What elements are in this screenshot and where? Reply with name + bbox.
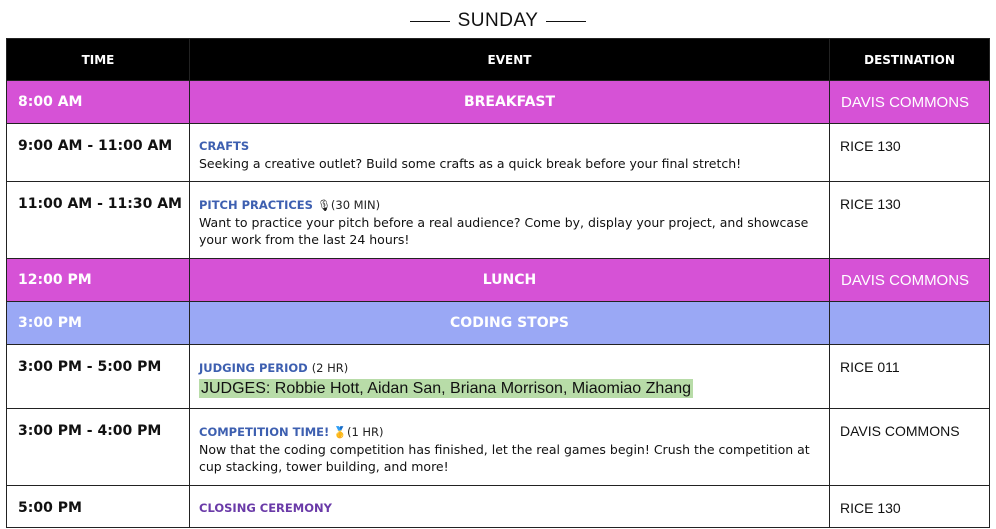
event-title: CRAFTS [199, 139, 250, 153]
row-event: LUNCH [189, 258, 830, 302]
table-row: 3:00 PM CODING STOPS [6, 301, 990, 345]
event-title: JUDGING PERIOD [199, 361, 308, 375]
event-title: PITCH PRACTICES [199, 198, 313, 212]
table-row: 3:00 PM - 5:00 PM JUDGING PERIOD (2 HR) … [6, 344, 990, 409]
row-destination: DAVIS COMMONS [829, 408, 990, 486]
table-row: 3:00 PM - 4:00 PM COMPETITION TIME! 🥇(1 … [6, 408, 990, 486]
table-row: 12:00 PM LUNCH DAVIS COMMONS [6, 258, 990, 302]
day-heading: SUNDAY [0, 8, 996, 34]
event-title: COMPETITION TIME! [199, 425, 330, 439]
row-time: 11:00 AM - 11:30 AM [6, 181, 190, 259]
row-time: 8:00 AM [6, 80, 190, 124]
row-event: CODING STOPS [189, 301, 830, 345]
row-time: 9:00 AM - 11:00 AM [6, 123, 190, 182]
table-row: 11:00 AM - 11:30 AM PITCH PRACTICES 🎙(30… [6, 181, 990, 259]
table-header-row: TIME EVENT DESTINATION [6, 38, 990, 81]
event-description: Want to practice your pitch before a rea… [199, 215, 809, 247]
heading-rule-right [546, 20, 587, 22]
row-destination: RICE 130 [829, 181, 990, 259]
event-duration: (1 HR) [346, 425, 384, 439]
heading-rule-left [409, 20, 450, 22]
event-description: Now that the coding competition has fini… [199, 442, 810, 474]
day-title: SUNDAY [457, 10, 539, 31]
event-duration: (30 MIN) [330, 198, 381, 212]
table-row: 8:00 AM BREAKFAST DAVIS COMMONS [6, 80, 990, 124]
row-destination [829, 301, 990, 345]
row-time: 3:00 PM [6, 301, 190, 345]
schedule-table: TIME EVENT DESTINATION 8:00 AM BREAKFAST… [6, 38, 990, 528]
event-duration: (2 HR) [311, 361, 349, 375]
row-event: COMPETITION TIME! 🥇(1 HR) Now that the c… [189, 408, 830, 486]
row-time: 12:00 PM [6, 258, 190, 302]
medal-icon: 🥇 [333, 426, 347, 439]
row-event: BREAKFAST [189, 80, 830, 124]
column-header-time: TIME [6, 38, 190, 81]
row-event: JUDGING PERIOD (2 HR) JUDGES: Robbie Hot… [189, 344, 830, 409]
column-header-event: EVENT [189, 38, 830, 81]
table-row: 5:00 PM CLOSING CEREMONY RICE 130 [6, 485, 990, 528]
row-time: 5:00 PM [6, 485, 190, 528]
row-destination: RICE 011 [829, 344, 990, 409]
column-header-destination: DESTINATION [829, 38, 990, 81]
microphone-icon: 🎙 [316, 199, 331, 212]
judges-list: JUDGES: Robbie Hott, Aidan San, Briana M… [199, 379, 694, 398]
row-time: 3:00 PM - 4:00 PM [6, 408, 190, 486]
row-destination: RICE 130 [829, 123, 990, 182]
row-time: 3:00 PM - 5:00 PM [6, 344, 190, 409]
event-title: CLOSING CEREMONY [199, 501, 332, 515]
row-event: CRAFTS Seeking a creative outlet? Build … [189, 123, 830, 182]
row-destination: DAVIS COMMONS [829, 80, 990, 124]
table-row: 9:00 AM - 11:00 AM CRAFTS Seeking a crea… [6, 123, 990, 182]
row-event: PITCH PRACTICES 🎙(30 MIN) Want to practi… [189, 181, 830, 259]
row-destination: DAVIS COMMONS [829, 258, 990, 302]
event-description: Seeking a creative outlet? Build some cr… [199, 156, 742, 171]
row-event: CLOSING CEREMONY [189, 485, 830, 528]
row-destination: RICE 130 [829, 485, 990, 528]
